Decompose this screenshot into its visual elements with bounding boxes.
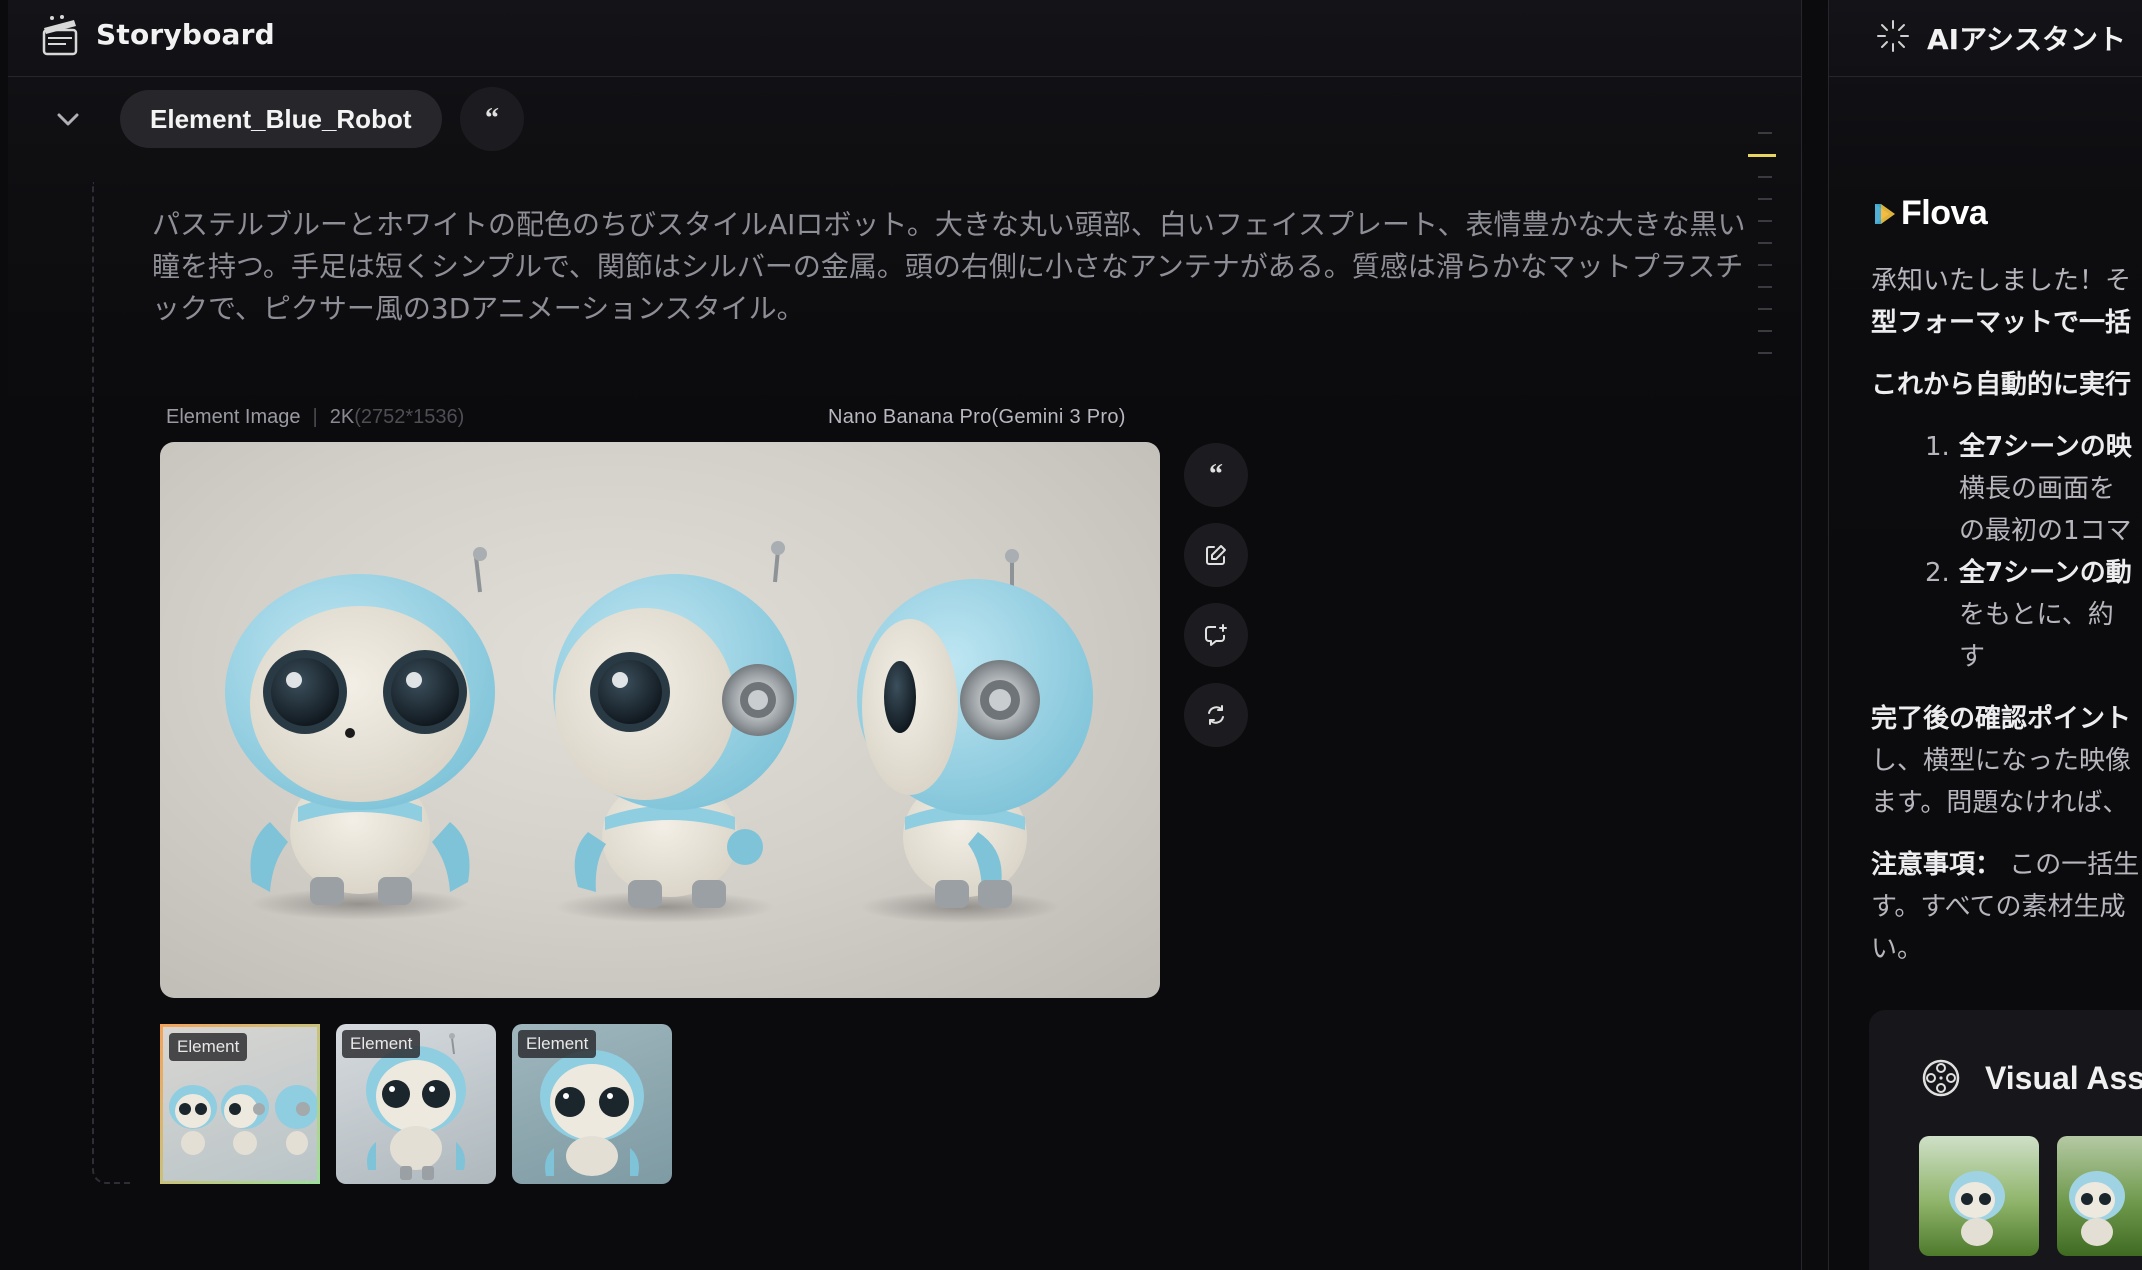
list-item-line: の最初の1コマ — [1959, 516, 2132, 546]
list-item: 2. 全7シーンの動 をもとに、約 す — [1925, 552, 2142, 678]
image-meta: Element Image | 2K (2752*1536) — [166, 406, 464, 429]
message-line-bold: 完了後の確認ポイント — [1871, 704, 2132, 734]
chat-plus-icon — [1205, 624, 1227, 646]
list-item-line: 横長の画面を — [1959, 474, 2116, 504]
message-line: 承知いたしました！そ — [1871, 266, 2132, 296]
quote-icon: “ — [1209, 459, 1223, 490]
visual-asset-thumb-2[interactable] — [2057, 1136, 2142, 1256]
reference-quote-button[interactable]: “ — [1184, 443, 1248, 507]
collapse-toggle[interactable] — [52, 104, 84, 136]
flova-logo: Flova — [1875, 194, 1988, 233]
thumbnail-tag: Element — [169, 1033, 248, 1061]
ruler-tick — [1758, 330, 1772, 332]
thumbnail-1[interactable]: Element — [160, 1024, 320, 1184]
assistant-message-p4: 注意事項： この一括生 す。すべての素材生成 い。 — [1871, 844, 2142, 970]
assistant-message-p2: これから自動的に実行 — [1871, 370, 2132, 400]
regenerate-button[interactable] — [1184, 683, 1248, 747]
message-line: い。 — [1871, 934, 1924, 964]
assistant-title: AIアシスタント — [1927, 23, 2126, 56]
image-model: Nano Banana Pro(Gemini 3 Pro) — [828, 406, 1126, 428]
element-name-chip[interactable]: Element_Blue_Robot — [120, 90, 442, 148]
ruler-tick-active — [1748, 154, 1776, 157]
list-item-line: をもとに、約 — [1959, 600, 2114, 630]
ruler-tick — [1758, 308, 1772, 310]
ruler-tick — [1758, 132, 1772, 134]
list-item: 1. 全7シーンの映 横長の画面を の最初の1コマ — [1925, 426, 2142, 552]
message-line: ます。問題なければ、 — [1871, 788, 2129, 818]
notice-label: 注意事項： — [1871, 850, 2002, 880]
ruler-tick — [1758, 352, 1772, 354]
message-line: この一括生 — [2009, 850, 2140, 880]
flova-logo-mark-icon — [1875, 203, 1895, 224]
assistant-steps-list: 1. 全7シーンの映 横長の画面を の最初の1コマ 2. 全7シーンの動 をもと… — [1925, 426, 2142, 678]
ruler-tick — [1758, 286, 1772, 288]
assistant-header: AIアシスタント — [1829, 0, 2142, 77]
storyboard-panel: Storyboard Element_Blue_Robot “ パステルブルーと… — [8, 0, 1802, 1270]
image-dimensions: (2752*1536) — [354, 406, 465, 428]
list-item-title: 全7シーンの映 — [1959, 432, 2132, 462]
tree-connector — [92, 182, 132, 1184]
thumbnail-3[interactable]: Element — [512, 1024, 672, 1184]
clapperboard-icon — [42, 15, 78, 56]
add-to-chat-button[interactable] — [1184, 603, 1248, 667]
refresh-icon — [1208, 705, 1224, 725]
list-item-line: す — [1959, 642, 1986, 672]
edit-image-button[interactable] — [1184, 523, 1248, 587]
ruler-tick — [1758, 176, 1772, 178]
ruler-tick — [1758, 220, 1772, 222]
thumbnail-tag: Element — [342, 1030, 421, 1058]
assistant-message-p1: 承知いたしました！そ 型フォーマットで一括 — [1871, 260, 2142, 344]
asset-image — [2069, 1171, 2125, 1246]
brand-name: Flova — [1901, 194, 1988, 232]
visual-assets-title: Visual Ass — [1985, 1060, 2142, 1096]
image-resolution: 2K — [329, 406, 355, 428]
element-main-image[interactable] — [160, 442, 1160, 998]
list-number: 2. — [1925, 558, 1950, 588]
chevron-down-icon — [57, 113, 79, 126]
edit-icon — [1206, 545, 1226, 565]
thumbnail-2[interactable]: Element — [336, 1024, 496, 1184]
list-number: 1. — [1925, 432, 1950, 462]
storyboard-header: Storyboard — [8, 0, 1801, 77]
message-line: す。すべての素材生成 — [1871, 892, 2126, 922]
visual-asset-thumb-1[interactable] — [1919, 1136, 2039, 1256]
asset-image — [1949, 1171, 2005, 1246]
robot-illustration — [225, 541, 1093, 923]
meta-separator: | — [312, 406, 318, 428]
assistant-message-p3: 完了後の確認ポイント し、横型になった映像 ます。問題なければ、 — [1871, 698, 2142, 824]
ruler-tick — [1758, 242, 1772, 244]
quote-icon: “ — [485, 103, 499, 134]
message-line: し、横型になった映像 — [1871, 746, 2132, 776]
message-line-bold: 型フォーマットで一括 — [1871, 308, 2132, 338]
storyboard-title: Storyboard — [96, 18, 275, 51]
list-item-title: 全7シーンの動 — [1959, 558, 2132, 588]
sparkle-loader-icon — [1877, 20, 1909, 52]
element-description: パステルブルーとホワイトの配色のちびスタイルAIロボット。大きな丸い頭部、白いフ… — [152, 208, 1746, 325]
ruler-tick — [1758, 198, 1772, 200]
film-reel-icon — [1922, 1059, 1960, 1097]
quote-button[interactable]: “ — [460, 87, 524, 151]
visual-assets-card[interactable]: Visual Ass — [1869, 1010, 2142, 1270]
scroll-ruler[interactable] — [1748, 132, 1788, 362]
ruler-tick — [1758, 264, 1772, 266]
thumbnail-tag: Element — [518, 1030, 597, 1058]
image-label: Element Image — [166, 406, 301, 428]
ai-assistant-panel: AIアシスタント Flova 承知いたしました！そ 型フォーマットで一括 これか… — [1828, 0, 2142, 1270]
